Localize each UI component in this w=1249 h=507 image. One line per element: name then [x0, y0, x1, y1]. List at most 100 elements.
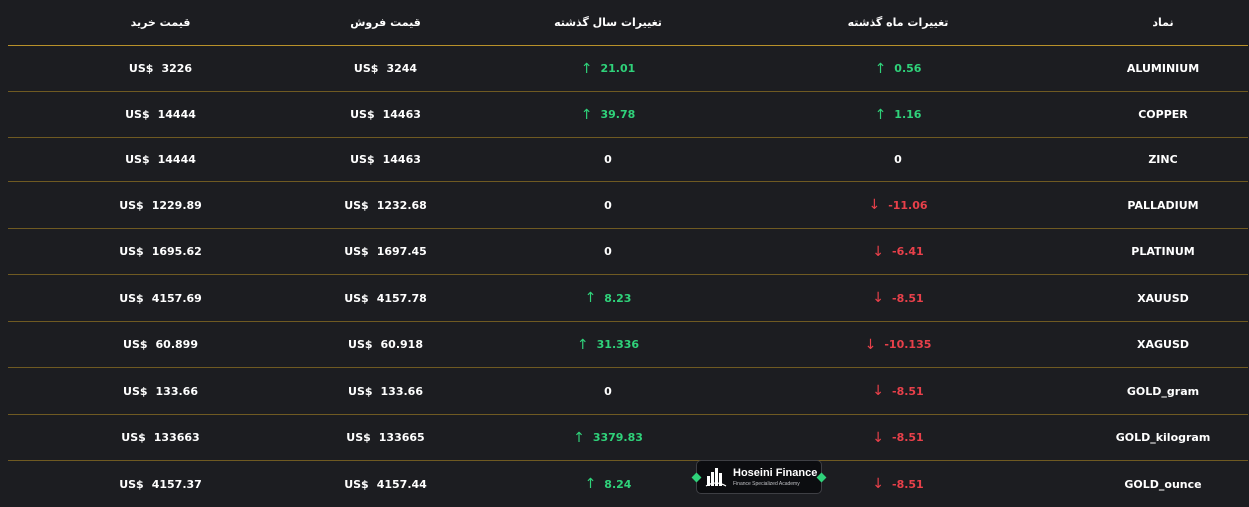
- arrow-up-icon: ↑: [580, 106, 593, 123]
- sell-price-cell-value: 1232.68: [376, 198, 427, 212]
- month-change-cell: ↓ -8.51: [783, 368, 1013, 414]
- currency-label: US$: [125, 153, 150, 166]
- arrow-up-icon: ↑: [584, 476, 597, 492]
- year-change-cell-value: 8.24: [604, 477, 632, 491]
- year-change-cell-value: 0: [604, 245, 612, 258]
- currency-label: US$: [119, 477, 144, 491]
- buy-price-cell-value: 4157.69: [151, 291, 202, 305]
- symbol-cell: ZINC: [1148, 153, 1178, 166]
- sell-price-cell-value: 14463: [382, 153, 421, 166]
- year-change-cell-value: 3379.83: [592, 431, 643, 444]
- currency-label: US$: [348, 384, 373, 398]
- buy-price-cell: US$ 14444: [48, 138, 273, 181]
- sell-price-cell: US$ 133.66: [273, 368, 498, 414]
- month-change-cell-value: -10.135: [884, 338, 932, 351]
- year-change-cell: 0: [493, 138, 723, 181]
- currency-label: US$: [125, 108, 150, 121]
- symbol-cell: PLATINUM: [1131, 245, 1195, 258]
- table-body: US$ 3226 US$ 3244 ↑ 21.01 ↑ 0.56 ALUMINIUM US$ 144…: [8, 46, 1248, 507]
- month-change-cell-value: 1.16: [894, 108, 922, 121]
- building-logo-icon: [705, 468, 727, 487]
- arrow-down-icon: ↓: [872, 429, 884, 446]
- year-change-cell: ↑ 31.336: [493, 322, 723, 367]
- year-change-cell: ↑ 8.24: [493, 461, 723, 507]
- buy-price-cell: US$ 4157.69: [48, 275, 273, 321]
- buy-price-cell: US$ 1695.62: [48, 229, 273, 274]
- sell-price-cell-value: 133.66: [380, 384, 423, 398]
- symbol-cell: GOLD_ounce: [1124, 477, 1202, 491]
- arrow-down-icon: ↓: [868, 197, 881, 213]
- year-change-cell-value: 31.336: [596, 338, 640, 351]
- buy-price-cell: US$ 133663: [48, 415, 273, 460]
- year-change-cell-value: 0: [604, 198, 612, 212]
- buy-price-cell: US$ 14444: [48, 92, 273, 137]
- sell-price-cell-value: 4157.78: [376, 291, 427, 305]
- sell-price-cell: US$ 14463: [273, 92, 498, 137]
- sell-price-cell-value: 133665: [378, 431, 425, 444]
- table-row: US$ 4157.37 US$ 4157.44 ↑ 8.24 ↓ -8.51 GOLD_ounc…: [8, 461, 1248, 507]
- symbol-cell: XAGUSD: [1136, 338, 1189, 351]
- watermark-title: Hoseini Finance: [733, 466, 818, 479]
- table-row: US$ 3226 US$ 3244 ↑ 21.01 ↑ 0.56 ALUMINIUM: [8, 46, 1248, 92]
- metals-price-table: قیمت خرید قیمت فروش تغییرات سال گذشته تغ…: [8, 0, 1248, 507]
- symbol-cell: COPPER: [1138, 108, 1188, 121]
- table-header: قیمت خرید قیمت فروش تغییرات سال گذشته تغ…: [8, 0, 1248, 46]
- currency-label: US$: [350, 108, 375, 121]
- header-symbol: نماد: [1152, 16, 1174, 29]
- year-change-cell: ↑ 39.78: [493, 92, 723, 137]
- sell-price-cell-value: 4157.44: [376, 477, 427, 491]
- year-change-cell-value: 8.23: [604, 291, 632, 305]
- currency-label: US$: [348, 338, 373, 351]
- month-change-cell-value: -8.51: [892, 431, 924, 444]
- hoseini-finance-watermark: Hoseini Finance Finance Specialized Acad…: [691, 460, 827, 494]
- month-change-cell-value: 0.56: [894, 62, 922, 75]
- month-change-cell: 0: [783, 138, 1013, 181]
- table-row: US$ 14444 US$ 14463 0 0 ZINC: [8, 138, 1248, 182]
- arrow-up-icon: ↑: [573, 429, 585, 446]
- sell-price-cell-value: 1697.45: [376, 245, 427, 258]
- buy-price-cell-value: 60.899: [155, 338, 198, 351]
- year-change-cell-value: 0: [604, 153, 612, 166]
- arrow-down-icon: ↓: [872, 476, 884, 492]
- arrow-up-icon: ↑: [580, 60, 593, 77]
- month-change-cell-value: -8.51: [892, 477, 924, 491]
- month-change-cell: ↓ -8.51: [783, 415, 1013, 460]
- arrow-down-icon: ↓: [864, 336, 877, 353]
- currency-label: US$: [119, 291, 144, 305]
- symbol-cell: XAUUSD: [1137, 291, 1189, 305]
- buy-price-cell-value: 133.66: [155, 384, 198, 398]
- year-change-cell: 0: [493, 229, 723, 274]
- month-change-cell: ↓ -8.51: [783, 275, 1013, 321]
- sell-price-cell: US$ 4157.78: [273, 275, 498, 321]
- year-change-cell: ↑ 21.01: [493, 46, 723, 91]
- arrow-up-icon: ↑: [874, 106, 887, 123]
- buy-price-cell-value: 1229.89: [151, 198, 202, 212]
- buy-price-cell-value: 3226: [161, 62, 193, 75]
- currency-label: US$: [119, 198, 144, 212]
- year-change-cell: 0: [493, 368, 723, 414]
- buy-price-cell: US$ 1229.89: [48, 182, 273, 228]
- table-row: US$ 133663 US$ 133665 ↑ 3379.83 ↓ -8.51 GOLD_kil…: [8, 415, 1248, 461]
- sell-price-cell: US$ 133665: [273, 415, 498, 460]
- buy-price-cell: US$ 4157.37: [48, 461, 273, 507]
- buy-price-cell: US$ 133.66: [48, 368, 273, 414]
- watermark-subtitle: Finance Specialized Academy: [733, 480, 800, 487]
- year-change-cell-value: 21.01: [600, 62, 636, 75]
- month-change-cell-value: -8.51: [892, 291, 924, 305]
- currency-label: US$: [346, 431, 371, 444]
- sell-price-cell-value: 14463: [382, 108, 421, 121]
- year-change-cell-value: 0: [604, 384, 612, 398]
- currency-label: US$: [121, 431, 146, 444]
- header-buy-price: قیمت خرید: [130, 16, 191, 29]
- sell-price-cell: US$ 3244: [273, 46, 498, 91]
- sell-price-cell: US$ 1697.45: [273, 229, 498, 274]
- buy-price-cell-value: 4157.37: [151, 477, 202, 491]
- header-year-change: تغییرات سال گذشته: [554, 16, 662, 29]
- month-change-cell: ↑ 0.56: [783, 46, 1013, 91]
- buy-price-cell-value: 133663: [153, 431, 200, 444]
- month-change-cell: ↓ -10.135: [783, 322, 1013, 367]
- year-change-cell: ↑ 3379.83: [493, 415, 723, 460]
- table-row: US$ 1695.62 US$ 1697.45 0 ↓ -6.41 PLATINUM: [8, 229, 1248, 275]
- buy-price-cell-value: 14444: [157, 108, 196, 121]
- year-change-cell: 0: [493, 182, 723, 228]
